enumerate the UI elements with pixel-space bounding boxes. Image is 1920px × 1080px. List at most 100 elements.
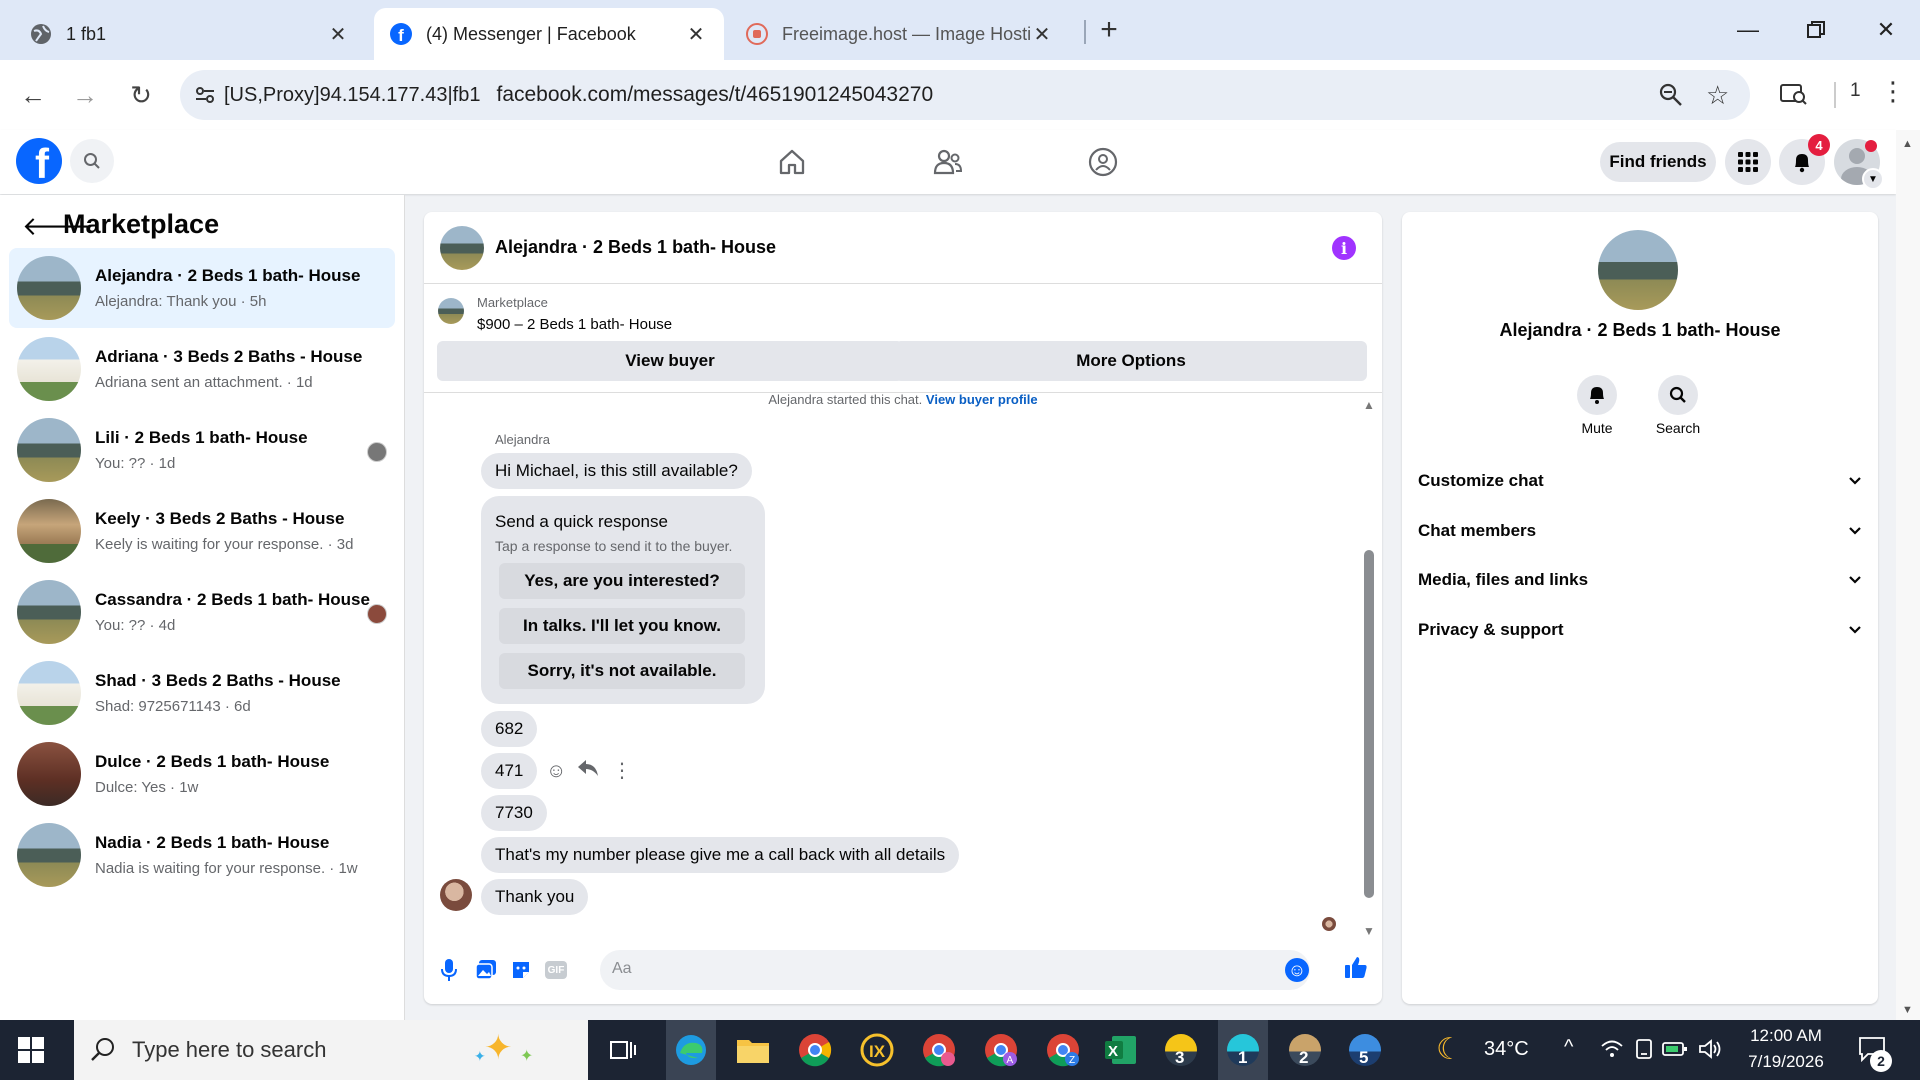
quick-response-option[interactable]: Yes, are you interested? — [499, 563, 745, 599]
quick-response-option[interactable]: Sorry, it's not available. — [499, 653, 745, 689]
chrome-profile-icon[interactable] — [914, 1026, 964, 1074]
chrome-profile-z-icon[interactable]: Z — [1038, 1026, 1088, 1074]
find-friends-button[interactable]: Find friends — [1600, 142, 1716, 182]
customize-chat-section[interactable]: Customize chat — [1418, 458, 1862, 504]
browser-tab-messenger[interactable]: f (4) Messenger | Facebook ✕ — [374, 8, 724, 60]
chat-members-section[interactable]: Chat members — [1418, 508, 1862, 554]
conversation-item[interactable]: Cassandra · 2 Beds 1 bath- House You: ??… — [9, 572, 395, 652]
react-icon[interactable]: ☺ — [546, 760, 566, 783]
facebook-logo[interactable]: f — [16, 138, 62, 184]
message-bubble[interactable]: That's my number please give me a call b… — [481, 837, 960, 873]
conversation-item[interactable]: Shad · 3 Beds 2 Baths - House Shad: 9725… — [9, 653, 395, 733]
close-tab-icon[interactable]: ✕ — [684, 22, 708, 47]
ix-app-icon[interactable]: IX — [852, 1026, 902, 1074]
browser-tab-freeimage[interactable]: Freeimage.host — Image Hosti ✕ — [730, 8, 1070, 60]
info-icon[interactable]: i — [1332, 236, 1356, 260]
taskbar-search-box[interactable]: Type here to search ✦ ✦ ✦ — [74, 1020, 588, 1080]
new-tab-button[interactable]: + — [1094, 8, 1124, 52]
message-input[interactable]: Aa ☺ — [600, 950, 1310, 990]
chrome-profile-a-icon[interactable]: A — [976, 1026, 1026, 1074]
groups-icon[interactable] — [1088, 147, 1118, 182]
view-buyer-button[interactable]: View buyer — [437, 341, 903, 381]
restore-button[interactable] — [1786, 6, 1846, 54]
chat-scrollbar[interactable]: ▲ ▼ — [1362, 398, 1376, 938]
quick-response-option[interactable]: In talks. I'll let you know. — [499, 608, 745, 644]
conversation-item[interactable]: Lili · 2 Beds 1 bath- House You: ?? · 1d — [9, 410, 395, 490]
menu-grid-icon[interactable] — [1725, 139, 1771, 185]
search-in-conversation-button[interactable] — [1658, 375, 1698, 415]
search-icon[interactable] — [70, 139, 114, 183]
battery-icon[interactable] — [1662, 1040, 1688, 1063]
tab-search-icon[interactable] — [1780, 82, 1808, 111]
chat-title[interactable]: Alejandra · 2 Beds 1 bath- House — [495, 237, 776, 258]
message-bubble[interactable]: Thank you — [481, 879, 589, 915]
url-text[interactable]: facebook.com/messages/t/4651901245043270 — [496, 83, 933, 107]
media-files-links-section[interactable]: Media, files and links — [1418, 557, 1862, 603]
device-icon[interactable] — [1634, 1038, 1654, 1065]
privacy-support-section[interactable]: Privacy & support — [1418, 607, 1862, 653]
message-bubble[interactable]: 7730 — [481, 795, 547, 831]
clock-date[interactable]: 7/19/2026 — [1738, 1052, 1834, 1072]
reply-icon[interactable] — [577, 758, 599, 783]
friends-icon[interactable] — [933, 148, 963, 181]
emoji-icon[interactable]: ☺ — [1285, 958, 1309, 982]
like-icon[interactable] — [1344, 955, 1368, 984]
extensions-count[interactable]: 1 — [1850, 80, 1861, 102]
message-bubble[interactable]: 471 — [481, 753, 538, 789]
clock-time[interactable]: 12:00 AM — [1738, 1026, 1834, 1046]
zoom-icon[interactable] — [1658, 82, 1684, 114]
close-tab-icon[interactable]: ✕ — [326, 22, 350, 47]
reload-button[interactable]: ↻ — [120, 74, 162, 116]
more-actions-icon[interactable]: ⋮ — [612, 758, 632, 783]
file-explorer-icon[interactable] — [728, 1026, 778, 1074]
address-bar[interactable]: [US,Proxy]94.154.177.43|fb1 facebook.com… — [180, 70, 1750, 120]
close-window-button[interactable]: ✕ — [1856, 6, 1916, 54]
weather-temp[interactable]: 34°C — [1484, 1038, 1529, 1061]
conversation-item[interactable]: Alejandra · 2 Beds 1 bath- House Alejand… — [9, 248, 395, 328]
edge-app-icon[interactable] — [666, 1020, 716, 1080]
app-5-icon[interactable]: 5 — [1340, 1026, 1390, 1074]
browser-menu-icon[interactable]: ⋮ — [1880, 76, 1906, 106]
microphone-icon[interactable] — [440, 958, 458, 987]
moon-weather-icon[interactable]: ☾ — [1436, 1032, 1463, 1067]
gif-icon[interactable]: GIF — [545, 961, 567, 979]
app-1-icon[interactable]: 1 — [1218, 1020, 1268, 1080]
conversation-item[interactable]: Keely · 3 Beds 2 Baths - House Keely is … — [9, 491, 395, 571]
chevron-up-icon[interactable]: ^ — [1564, 1036, 1573, 1059]
listing-large-avatar[interactable] — [1598, 230, 1678, 310]
mute-button[interactable] — [1577, 375, 1617, 415]
more-options-button[interactable]: More Options — [895, 341, 1367, 381]
conversation-item[interactable]: Nadia · 2 Beds 1 bath- House Nadia is wa… — [9, 815, 395, 895]
conversation-item[interactable]: Dulce · 2 Beds 1 bath- House Dulce: Yes … — [9, 734, 395, 814]
message-bubble[interactable]: Hi Michael, is this still available? — [481, 453, 752, 489]
listing-thumbnail — [438, 298, 464, 324]
view-buyer-profile-link[interactable]: View buyer profile — [926, 392, 1038, 407]
listing-title[interactable]: $900 – 2 Beds 1 bath- House — [477, 316, 672, 333]
app-3-icon[interactable]: 3 — [1156, 1026, 1206, 1074]
sender-avatar[interactable] — [440, 879, 472, 911]
message-bubble[interactable]: 682 — [481, 711, 538, 747]
wifi-icon[interactable] — [1600, 1038, 1624, 1065]
browser-tab-1[interactable]: 1 fb1 ✕ — [14, 8, 366, 60]
chat-avatar[interactable] — [440, 226, 484, 270]
site-settings-icon[interactable] — [194, 84, 216, 112]
back-button[interactable]: ← — [12, 74, 54, 116]
speaker-icon[interactable] — [1698, 1038, 1722, 1065]
page-scrollbar[interactable]: ▲ ▼ — [1896, 130, 1920, 1020]
quick-response-title: Send a quick response — [495, 512, 668, 531]
forward-button[interactable]: → — [64, 74, 106, 116]
app-2-icon[interactable]: 2 — [1280, 1026, 1330, 1074]
scrollbar-thumb[interactable] — [1364, 550, 1374, 898]
chrome-icon[interactable] — [790, 1026, 840, 1074]
home-icon[interactable] — [778, 148, 806, 181]
photo-icon[interactable] — [475, 959, 497, 986]
chevron-down-icon[interactable]: ▼ — [1862, 168, 1884, 190]
conversation-item[interactable]: Adriana · 3 Beds 2 Baths - House Adriana… — [9, 329, 395, 409]
close-tab-icon[interactable]: ✕ — [1030, 22, 1054, 47]
sticker-icon[interactable] — [510, 959, 532, 986]
excel-icon[interactable]: X — [1096, 1026, 1146, 1074]
bookmark-star-icon[interactable]: ☆ — [1706, 80, 1729, 111]
task-view-icon[interactable] — [598, 1026, 648, 1074]
minimize-button[interactable]: — — [1718, 6, 1778, 54]
windows-start-icon[interactable] — [18, 1037, 44, 1068]
